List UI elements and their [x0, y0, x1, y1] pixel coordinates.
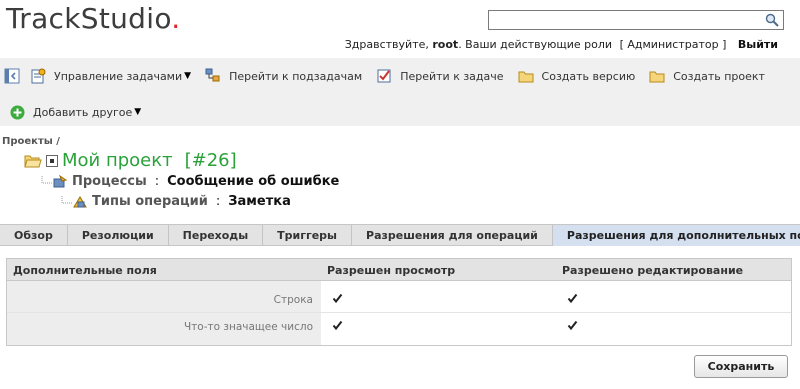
project-title[interactable]: Мой проект [#26] — [62, 150, 237, 171]
logout-link[interactable]: Выйти — [738, 38, 778, 51]
logo-dot: . — [171, 2, 181, 35]
tab-operation-permissions[interactable]: Разрешения для операций — [352, 225, 553, 246]
chevron-down-icon: ▼ — [184, 71, 192, 81]
project-name: Мой проект — [62, 150, 173, 171]
tab-transitions[interactable]: Переходы — [169, 225, 264, 246]
toolbar-label: Перейти к задаче — [400, 69, 504, 83]
task-manage-icon — [31, 68, 46, 84]
breadcrumb[interactable]: Проекты / — [2, 136, 60, 147]
folder-icon — [518, 71, 534, 83]
toolbar-goto-task[interactable]: Перейти к задаче — [376, 68, 504, 84]
add-icon — [10, 105, 25, 119]
process-icon — [53, 174, 68, 187]
folder-icon — [649, 71, 665, 83]
toolbar-label: Перейти к подзадачам — [229, 69, 363, 83]
save-button[interactable]: Сохранить — [694, 355, 788, 378]
row-divider — [7, 312, 791, 313]
tab-overview[interactable]: Обзор — [0, 225, 68, 246]
edit-permission-checkbox[interactable] — [567, 293, 578, 304]
user-greeting: Здравствуйте, root. Ваши действующие рол… — [345, 38, 778, 51]
app-logo[interactable]: TrackStudio. — [6, 2, 180, 35]
column-header: Разрешено редактирование — [562, 264, 744, 277]
tree-connector-icon — [61, 195, 72, 203]
field-name-column — [7, 281, 321, 345]
path-label[interactable]: Процессы — [72, 174, 147, 189]
toolbar: Управление задачами ▼ Перейти к подзадача… — [0, 58, 800, 126]
folder-open-icon — [24, 155, 42, 167]
roles-label: . Ваши действующие роли — [458, 38, 613, 51]
field-name: Что-то значащее число — [183, 321, 313, 333]
path-value[interactable]: Сообщение об ошибке — [167, 174, 339, 189]
chevron-down-icon: ▼ — [134, 107, 142, 117]
toolbar-create-project[interactable]: Создать проект — [649, 69, 765, 83]
path-label[interactable]: Типы операций — [92, 194, 208, 209]
goto-task-icon — [377, 69, 391, 83]
greeting-text: Здравствуйте, — [344, 38, 429, 51]
tab-resolutions[interactable]: Резолюции — [68, 225, 169, 246]
toolbar-task-management[interactable]: Управление задачами ▼ — [30, 68, 191, 84]
toolbar-row: Управление задачами ▼ Перейти к подзадача… — [0, 65, 779, 87]
path-operation-types: Типы операций : Заметка — [60, 194, 291, 209]
tab-bar: Обзор Резолюции Переходы Триггеры Разреш… — [0, 224, 800, 246]
path-processes: Процессы : Сообщение об ошибке — [40, 174, 339, 189]
edit-permission-checkbox[interactable] — [567, 320, 578, 331]
field-name: Строка — [273, 294, 313, 306]
tab-field-permissions[interactable]: Разрешения для дополнительных полей — [552, 225, 800, 246]
toolbar-label: Создать проект — [673, 69, 765, 83]
header: TrackStudio. Здравствуйте, root. Ваши де… — [0, 0, 800, 58]
user-role[interactable]: [ Администратор ] — [620, 38, 727, 51]
search-box — [488, 10, 784, 30]
logo-text: TrackStudio — [6, 2, 172, 35]
toolbar-label: Управление задачами — [54, 69, 183, 83]
column-header: Дополнительные поля — [13, 264, 157, 277]
toolbar-label: Создать версию — [541, 69, 636, 83]
column-header: Разрешен просмотр — [327, 264, 456, 277]
toolbar-goto-subtasks[interactable]: Перейти к подзадачам — [205, 68, 362, 84]
tree-connector-icon — [41, 175, 52, 183]
permissions-table: Дополнительные поля Разрешен просмотр Ра… — [6, 258, 792, 346]
search-input[interactable] — [489, 11, 759, 29]
search-icon[interactable] — [765, 13, 779, 27]
collapse-toggle-icon[interactable] — [46, 154, 58, 167]
tab-triggers[interactable]: Триггеры — [263, 225, 353, 246]
view-permission-checkbox[interactable] — [332, 320, 343, 331]
project-number: [#26] — [184, 150, 237, 171]
operation-type-icon — [73, 195, 87, 207]
toolbar-create-version[interactable]: Создать версию — [518, 69, 636, 83]
collapse-panel-icon[interactable] — [4, 68, 20, 84]
path-value[interactable]: Заметка — [228, 194, 291, 209]
view-permission-checkbox[interactable] — [332, 293, 343, 304]
project-header: Мой проект [#26] — [24, 150, 237, 171]
toolbar-add-other[interactable]: Добавить другое ▼ — [10, 105, 141, 120]
user-name: root — [432, 38, 459, 51]
subtasks-icon — [205, 68, 220, 82]
toolbar-label: Добавить другое — [33, 105, 133, 119]
toolbar-row: Добавить другое ▼ — [0, 101, 155, 123]
